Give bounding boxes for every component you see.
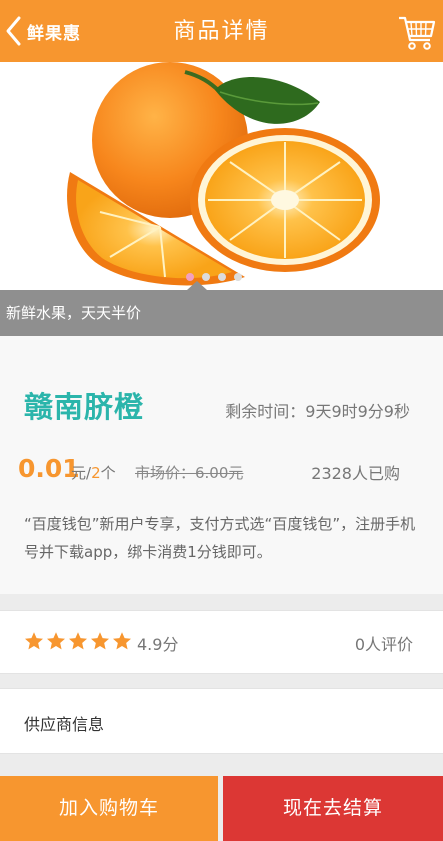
unit-prefix: 元/	[71, 464, 92, 482]
promo-description: “百度钱包”新用户专享，支付方式选“百度钱包”，注册手机号并下载app，绑卡消费…	[24, 515, 416, 561]
remaining-time: 剩余时间：9天9时9分9秒	[225, 402, 410, 421]
star-icon	[25, 632, 43, 650]
back-button[interactable]: 鲜果惠	[4, 12, 94, 50]
sold-count: 2328人已购	[311, 464, 400, 483]
carousel-dots	[186, 273, 242, 281]
carousel-dot[interactable]	[234, 273, 242, 281]
product-name: 赣南脐橙	[24, 390, 145, 424]
checkout-button[interactable]: 现在去结算	[223, 776, 443, 841]
add-to-cart-button[interactable]: 加入购物车	[0, 776, 218, 841]
carousel-dot[interactable]	[202, 273, 210, 281]
star-icon	[91, 632, 109, 650]
orange-product-image	[67, 62, 380, 286]
caption-pointer	[187, 281, 207, 290]
rating-row[interactable]: 4.9分 0人评价	[0, 610, 443, 674]
star-icon	[113, 632, 131, 650]
chevron-left-icon	[6, 16, 21, 46]
banner-caption: 新鲜水果，天天半价	[0, 290, 443, 336]
unit-suffix: 个	[100, 464, 116, 482]
price-unit: 元/2个	[71, 462, 116, 483]
star-rating	[24, 631, 132, 651]
supplier-info-row[interactable]: 供应商信息	[0, 688, 443, 754]
star-icon	[47, 632, 65, 650]
carousel-dot[interactable]	[186, 273, 194, 281]
cart-button[interactable]	[397, 12, 437, 52]
market-price: 市场价：6.00元	[135, 464, 244, 482]
back-label: 鲜果惠	[27, 23, 81, 44]
shopping-cart-icon	[399, 16, 436, 50]
app-header: 鲜果惠 商品详情	[0, 0, 443, 62]
unit-number: 2	[91, 464, 101, 482]
star-icon	[69, 632, 87, 650]
carousel-dot[interactable]	[218, 273, 226, 281]
supplier-info-label: 供应商信息	[24, 715, 105, 734]
review-count-link[interactable]: 0人评价	[355, 631, 413, 655]
product-banner[interactable]: 新鲜水果，天天半价	[0, 62, 443, 336]
rating-score: 4.9分	[137, 635, 179, 654]
product-info-card: 赣南脐橙 剩余时间：9天9时9分9秒 0.01 元/2个 市场价：6.00元 2…	[0, 336, 443, 594]
